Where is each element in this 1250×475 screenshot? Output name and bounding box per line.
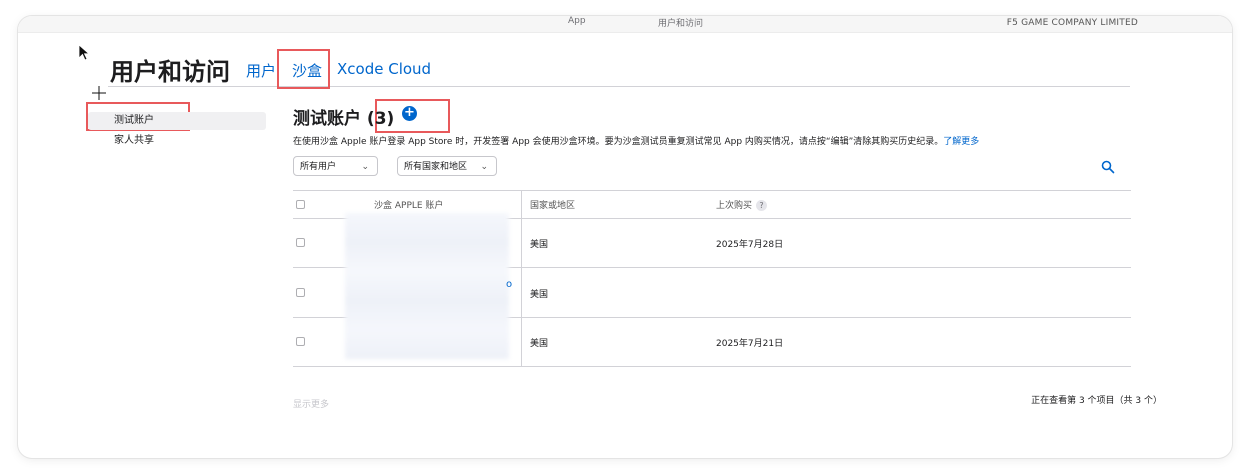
sidebar-item-family-sharing[interactable]: 家人共享 (88, 132, 266, 150)
select-all-checkbox[interactable] (296, 200, 305, 209)
account-link-fragment[interactable]: o (506, 279, 512, 290)
mouse-pointer-icon (78, 44, 90, 61)
header-last-purchase-label: 上次购买 (716, 201, 753, 211)
description-text: 在使用沙盒 Apple 账户登录 App Store 时，开发签署 App 会使… (293, 137, 944, 147)
tab-users[interactable]: 用户 (246, 60, 276, 81)
plus-circle-icon[interactable]: + (402, 106, 417, 121)
row-last-purchase: 2025年7月28日 (716, 240, 784, 250)
row-country: 美国 (530, 240, 549, 250)
help-icon[interactable]: ? (756, 200, 768, 211)
row-checkbox[interactable] (296, 238, 305, 247)
row-country: 美国 (530, 339, 549, 349)
regions-filter-value: 所有国家和地区 (404, 162, 468, 172)
column-separator (521, 190, 522, 366)
table-top-border (293, 190, 1131, 191)
redacted-accounts (345, 213, 509, 359)
section-title: 测试账户 (3) (293, 109, 395, 129)
row-last-purchase: 2025年7月21日 (716, 339, 784, 349)
regions-filter-select[interactable]: 所有国家和地区 ⌄ (397, 156, 497, 176)
users-filter-value: 所有用户 (300, 162, 337, 172)
chevron-down-icon: ⌄ (361, 162, 369, 172)
section-description: 在使用沙盒 Apple 账户登录 App Store 时，开发签署 App 会使… (293, 134, 979, 147)
row-checkbox[interactable] (296, 288, 305, 297)
row-checkbox[interactable] (296, 337, 305, 346)
row-country: 美国 (530, 290, 549, 300)
chevron-down-icon: ⌄ (480, 162, 488, 172)
company-name[interactable]: F5 GAME COMPANY LIMITED (1007, 18, 1138, 28)
tab-xcode-cloud[interactable]: Xcode Cloud (337, 60, 431, 78)
sidebar-item-test-accounts[interactable]: 测试账户 (88, 112, 266, 130)
header-country[interactable]: 国家或地区 (530, 198, 575, 211)
crosshair-icon (92, 86, 106, 100)
header-divider (108, 86, 1130, 87)
show-more-link[interactable]: 显示更多 (293, 397, 329, 410)
header-last-purchase[interactable]: 上次购买? (716, 198, 768, 211)
learn-more-link[interactable]: 了解更多 (943, 137, 979, 147)
table-bottom-border (293, 366, 1131, 367)
search-icon[interactable] (1101, 160, 1115, 174)
nav-users-link[interactable]: 用户和访问 (658, 16, 703, 29)
nav-app-link[interactable]: App (568, 16, 586, 26)
users-filter-select[interactable]: 所有用户 ⌄ (293, 156, 378, 176)
highlight-sandbox-tab (277, 49, 330, 89)
pagination-status: 正在查看第 3 个项目（共 3 个） (1031, 396, 1162, 406)
page-title: 用户和访问 (110, 58, 230, 86)
header-sandbox-account[interactable]: 沙盒 APPLE 账户 (374, 198, 443, 211)
top-nav-bar: App 用户和访问 F5 GAME COMPANY LIMITED (18, 16, 1232, 33)
